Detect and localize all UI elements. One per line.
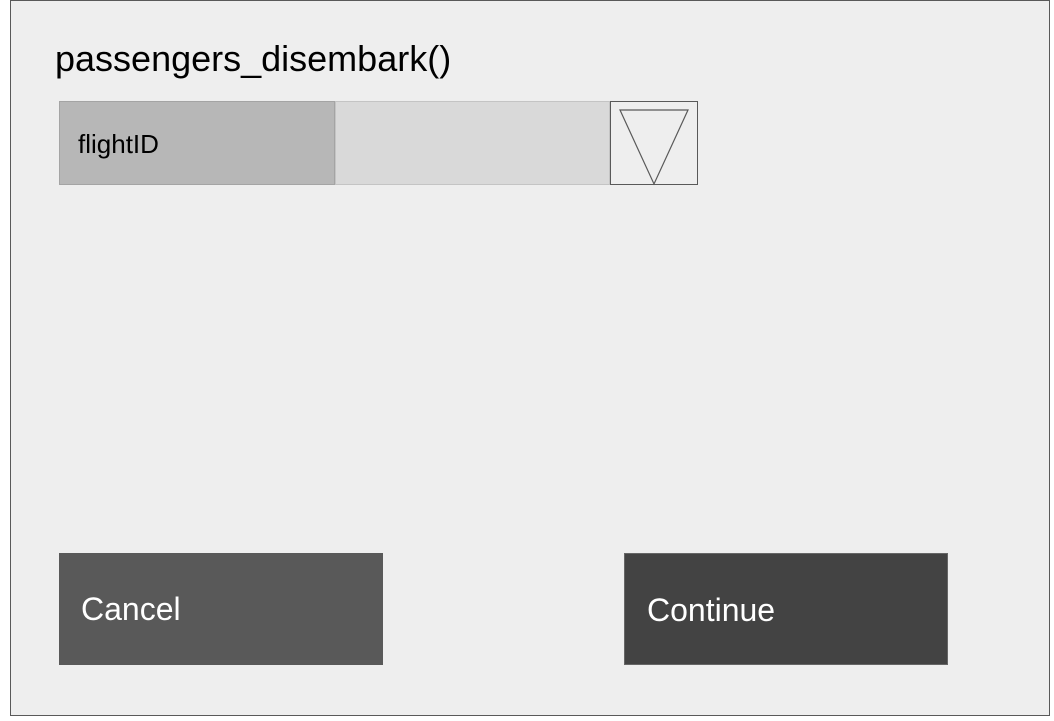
triangle-down-icon [619, 109, 689, 186]
flight-id-label: flightID [59, 101, 335, 185]
continue-button[interactable]: Continue [624, 553, 948, 665]
cancel-button[interactable]: Cancel [59, 553, 383, 665]
dialog: passengers_disembark() flightID Cancel C… [10, 0, 1050, 716]
dialog-title: passengers_disembark() [55, 38, 452, 79]
flight-id-select-value[interactable] [335, 101, 610, 185]
flight-id-dropdown-button[interactable] [610, 101, 698, 186]
